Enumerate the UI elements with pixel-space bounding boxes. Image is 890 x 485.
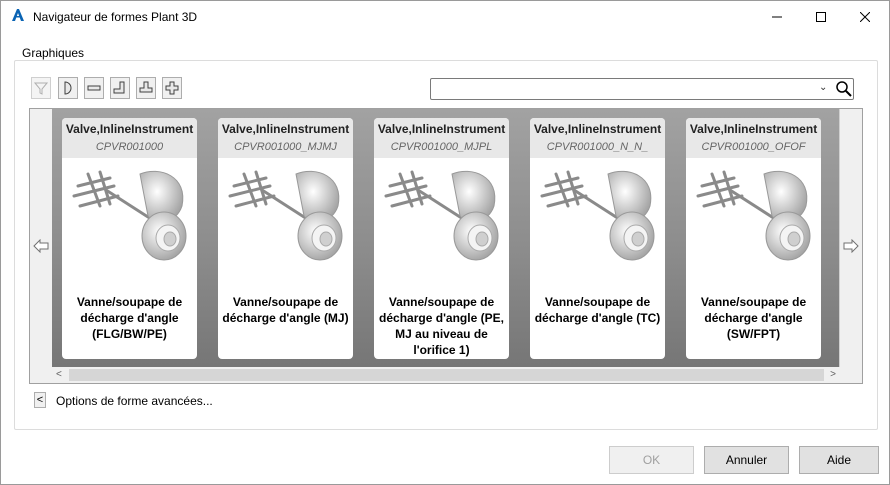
card-description: Vanne/soupape de décharge d'angle (TC) <box>534 295 661 325</box>
angle-relief-valve-icon <box>694 166 814 266</box>
shape-card[interactable]: Valve,InlineInstrument CPVR001000_MJPL Van… <box>374 118 509 359</box>
scroll-right-button[interactable] <box>839 109 862 383</box>
straight-icon <box>87 85 101 91</box>
card-description: Vanne/soupape de décharge d'angle (MJ) <box>222 295 349 325</box>
card-type-label: Valve,InlineInstrument <box>221 122 350 136</box>
maximize-icon <box>816 12 826 22</box>
card-type-label: Valve,InlineInstrument <box>533 122 662 136</box>
gallery-viewport: Valve,InlineInstrument CPVR001000 Vanne/so… <box>52 109 842 367</box>
search-combobox[interactable]: ⌄ <box>430 78 854 100</box>
card-code-label: CPVR001000 <box>95 141 164 153</box>
dialog-window: Navigateur de formes Plant 3D Graphiques… <box>0 0 890 485</box>
search-input[interactable] <box>435 81 819 99</box>
shape-card[interactable]: Valve,InlineInstrument CPVR001000_MJMJ Van… <box>218 118 353 359</box>
cross-icon <box>165 81 179 95</box>
window-title: Navigateur de formes Plant 3D <box>33 10 198 24</box>
cancel-button[interactable]: Annuler <box>704 446 789 474</box>
tee-button[interactable] <box>136 77 156 99</box>
half-round-button[interactable] <box>58 77 78 99</box>
autocad-a-icon <box>12 9 24 21</box>
elbow-button[interactable] <box>110 77 130 99</box>
minimize-button[interactable] <box>755 1 799 33</box>
card-header: Valve,InlineInstrument CPVR001000_MJMJ <box>218 118 353 158</box>
card-header: Valve,InlineInstrument CPVR001000 <box>62 118 197 158</box>
maximize-button[interactable] <box>799 1 843 33</box>
minimize-icon <box>772 16 782 18</box>
help-button[interactable]: Aide <box>799 446 879 474</box>
group-label: Graphiques <box>20 46 87 60</box>
angle-relief-valve-icon <box>538 166 658 266</box>
scroll-left-button[interactable] <box>30 109 53 383</box>
card-code-label: CPVR001000_N_N_ <box>546 141 649 153</box>
search-icon[interactable] <box>835 80 853 98</box>
shape-card[interactable]: Valve,InlineInstrument CPVR001000 Vanne/so… <box>62 118 197 359</box>
card-description: Vanne/soupape de décharge d'angle (FLG/B… <box>76 295 183 341</box>
filter-icon <box>34 82 48 95</box>
cross-button[interactable] <box>162 77 182 99</box>
close-button[interactable] <box>843 1 887 33</box>
card-header: Valve,InlineInstrument CPVR001000_N_N_ <box>530 118 665 158</box>
shape-gallery: Valve,InlineInstrument CPVR001000 Vanne/so… <box>29 108 863 384</box>
scroll-left-arrow-icon[interactable]: < <box>56 369 62 380</box>
chevron-down-icon[interactable]: ⌄ <box>819 82 827 93</box>
horizontal-scrollbar[interactable]: < > <box>52 367 842 383</box>
angle-relief-valve-icon <box>226 166 346 266</box>
card-type-label: Valve,InlineInstrument <box>65 122 194 136</box>
elbow-icon <box>113 81 125 94</box>
angle-relief-valve-icon <box>382 166 502 266</box>
tee-icon <box>139 81 153 93</box>
card-code-label: CPVR001000_MJMJ <box>234 141 337 153</box>
card-type-label: Valve,InlineInstrument <box>377 122 506 136</box>
advanced-options-toggle[interactable]: < <box>34 392 46 408</box>
title-bar[interactable]: Navigateur de formes Plant 3D <box>1 1 889 33</box>
arrow-right-icon <box>843 239 859 253</box>
advanced-options-label: Options de forme avancées... <box>56 394 213 408</box>
card-header: Valve,InlineInstrument CPVR001000_MJPL <box>374 118 509 158</box>
half-round-icon <box>64 81 72 95</box>
ok-button[interactable]: OK <box>609 446 694 474</box>
card-description: Vanne/soupape de décharge d'angle (SW/FP… <box>700 295 807 341</box>
card-code-label: CPVR001000_MJPL <box>390 141 493 153</box>
arrow-left-icon <box>33 239 49 253</box>
card-code-label: CPVR001000_OFOF <box>701 141 806 153</box>
shape-card[interactable]: Valve,InlineInstrument CPVR001000_N_N_ Van… <box>530 118 665 359</box>
filter-button[interactable] <box>31 77 51 99</box>
scroll-right-arrow-icon[interactable]: > <box>830 369 836 380</box>
card-type-label: Valve,InlineInstrument <box>689 122 818 136</box>
card-header: Valve,InlineInstrument CPVR001000_OFOF <box>686 118 821 158</box>
close-icon <box>860 12 870 22</box>
angle-relief-valve-icon <box>70 166 190 266</box>
scrollbar-thumb[interactable] <box>69 369 824 381</box>
shape-card[interactable]: Valve,InlineInstrument CPVR001000_OFOF Van… <box>686 118 821 359</box>
straight-button[interactable] <box>84 77 104 99</box>
card-description: Vanne/soupape de décharge d'angle (PE, M… <box>379 295 504 357</box>
